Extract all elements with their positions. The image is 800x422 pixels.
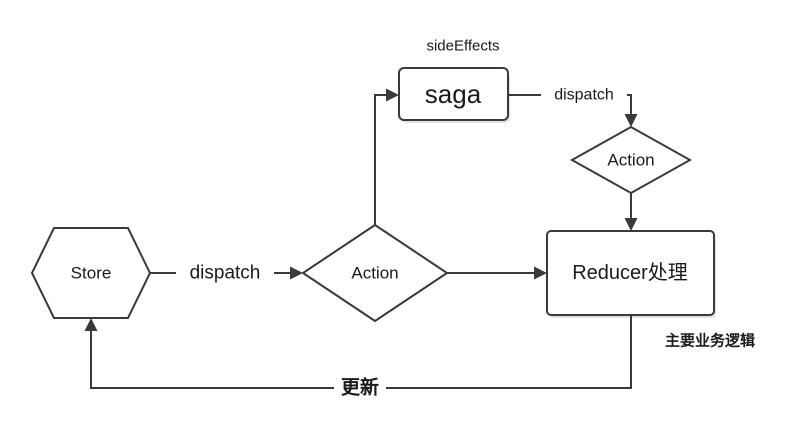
business-logic-caption: 主要业务逻辑 bbox=[665, 332, 755, 350]
edge-line bbox=[374, 94, 388, 225]
reducer-node: Reducer处理 bbox=[546, 230, 716, 318]
arrowhead bbox=[534, 266, 547, 280]
arrowhead bbox=[290, 266, 303, 280]
redux-saga-flow-diagram: Store dispatch Action sideEffects saga d… bbox=[30, 38, 755, 401]
arrowhead bbox=[624, 114, 638, 127]
side-effects-caption: sideEffects bbox=[426, 38, 499, 55]
arrowhead bbox=[84, 318, 98, 331]
edge-saga-action-to-reducer bbox=[624, 193, 638, 231]
edge-action-to-reducer bbox=[447, 266, 547, 280]
action-label: Action bbox=[351, 264, 398, 283]
reducer-label: Reducer处理 bbox=[572, 261, 688, 284]
arrowhead bbox=[386, 88, 399, 102]
action-label: Action bbox=[607, 151, 654, 170]
dispatch-label: dispatch bbox=[554, 87, 614, 104]
edge-saga-to-action: dispatch bbox=[508, 85, 638, 127]
arrowhead bbox=[624, 218, 638, 231]
store-label: Store bbox=[71, 264, 112, 283]
saga-label: saga bbox=[425, 79, 482, 109]
saga-node: saga bbox=[398, 67, 510, 123]
action-node-saga: Action bbox=[569, 125, 693, 195]
action-node-main: Action bbox=[301, 223, 449, 323]
edge-reducer-to-store: 更新 bbox=[84, 315, 632, 401]
edge-action-to-saga bbox=[374, 88, 399, 225]
store-node: Store bbox=[30, 227, 152, 319]
dispatch-label: dispatch bbox=[190, 263, 261, 284]
update-label: 更新 bbox=[341, 376, 379, 399]
edge-store-to-action: dispatch bbox=[150, 261, 303, 285]
